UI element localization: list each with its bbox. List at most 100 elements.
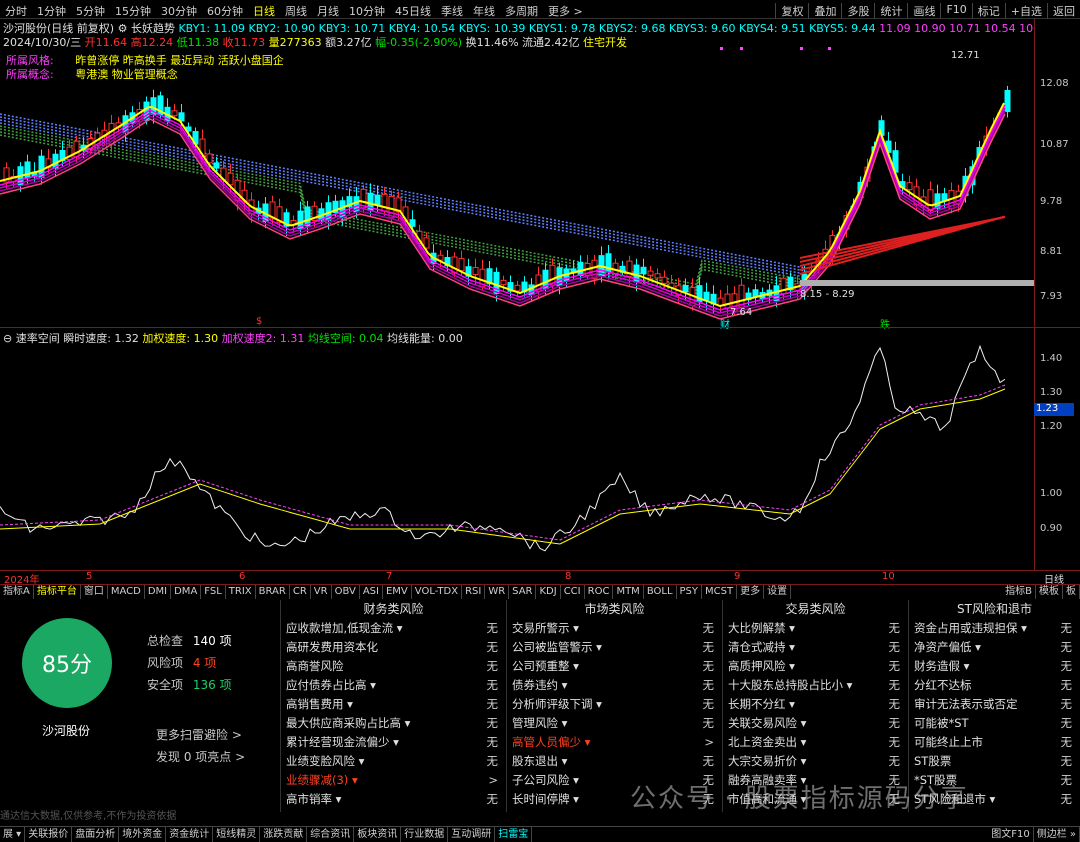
speed-chart[interactable] <box>0 344 1034 570</box>
indicator-tab[interactable]: MACD <box>108 585 145 599</box>
risk-row[interactable]: 高市销率 ▾ 无 <box>281 790 506 809</box>
period-tab[interactable]: 季线 <box>436 3 468 19</box>
bottom-tab[interactable]: 互动调研 <box>448 827 496 842</box>
bottom-tab[interactable]: 关联报价 <box>25 827 73 842</box>
bottom-tab[interactable]: 境外资金 <box>119 827 167 842</box>
risk-row[interactable]: 大宗交易折价 ▾ 无 <box>723 752 908 771</box>
period-tab[interactable]: 5分钟 <box>71 3 110 19</box>
risk-row[interactable]: 净资产偏低 ▾ 无 <box>909 638 1080 657</box>
risk-row[interactable]: 分析师评级下调 ▾ 无 <box>507 695 722 714</box>
period-tab[interactable]: 周线 <box>280 3 312 19</box>
bottom-tab[interactable]: 盘面分析 <box>72 827 120 842</box>
kline-chart[interactable] <box>0 19 1034 327</box>
bottom-tab[interactable]: 扫雷宝 <box>495 827 533 842</box>
indicator-tab[interactable]: MTM <box>613 585 644 599</box>
risk-row[interactable]: 资金占用或违规担保 ▾ 无 <box>909 619 1080 638</box>
indicator-tab[interactable]: BRAR <box>256 585 290 599</box>
bottom-tab[interactable]: 展 ▾ <box>0 827 26 842</box>
toolbar-button[interactable]: 叠加 <box>808 3 841 19</box>
bottom-tab[interactable]: 综合资讯 <box>307 827 355 842</box>
toolbar-button[interactable]: 统计 <box>874 3 907 19</box>
indicator-tab[interactable]: SAR <box>509 585 537 599</box>
period-tab[interactable]: 日线 <box>248 3 280 19</box>
period-tab[interactable]: 月线 <box>312 3 344 19</box>
indicator-tab[interactable]: FSL <box>201 585 226 599</box>
risk-row[interactable]: 最大供应商采购占比高 ▾ 无 <box>281 714 506 733</box>
risk-row[interactable]: 应付债券占比高 ▾ 无 <box>281 676 506 695</box>
bottom-tab[interactable]: 资金统计 <box>166 827 214 842</box>
indicator-tab-right[interactable]: 板 <box>1063 585 1080 599</box>
bottom-tab[interactable]: 涨跌贡献 <box>260 827 308 842</box>
toolbar-button[interactable]: 复权 <box>775 3 808 19</box>
indicator-tab[interactable]: PSY <box>677 585 703 599</box>
risk-row[interactable]: 债券违约 ▾ 无 <box>507 676 722 695</box>
toolbar-button[interactable]: 标记 <box>971 3 1005 19</box>
period-tab[interactable]: 30分钟 <box>156 3 202 19</box>
indicator-tab[interactable]: RSI <box>462 585 486 599</box>
indicator-tab[interactable]: DMA <box>171 585 202 599</box>
period-tab[interactable]: 分时 <box>0 3 32 19</box>
indicator-tab[interactable]: DMI <box>145 585 172 599</box>
period-tab[interactable]: 60分钟 <box>202 3 248 19</box>
toolbar-button[interactable]: F10 <box>940 3 971 19</box>
finance-marker[interactable]: 财 <box>720 316 730 331</box>
bottom-tab[interactable]: 板块资讯 <box>354 827 402 842</box>
risk-row[interactable]: 高销售费用 ▾ 无 <box>281 695 506 714</box>
risk-row[interactable]: 业绩骤减(3) ▾ > <box>281 771 506 790</box>
risk-row[interactable]: 可能被*ST 无 <box>909 714 1080 733</box>
risk-row[interactable]: 大比例解禁 ▾ 无 <box>723 619 908 638</box>
indicator-tab[interactable]: 设置 <box>764 585 792 599</box>
indicator-tab[interactable]: TRIX <box>226 585 256 599</box>
indicator-tab[interactable]: EMV <box>383 585 412 599</box>
risk-row[interactable]: 股东退出 ▾ 无 <box>507 752 722 771</box>
risk-row[interactable]: 十大股东总持股占比小 ▾ 无 <box>723 676 908 695</box>
highlights-link[interactable]: 发现 0 项亮点 > <box>156 748 245 765</box>
indicator-tab[interactable]: CCI <box>561 585 585 599</box>
risk-row[interactable]: 高管人员偏少 ▾ > <box>507 733 722 752</box>
period-tab[interactable]: 年线 <box>468 3 500 19</box>
indicator-tab[interactable]: ASI <box>360 585 383 599</box>
indicator-tab[interactable]: OBV <box>332 585 360 599</box>
period-tab[interactable]: 15分钟 <box>110 3 156 19</box>
toolbar-button[interactable]: +自选 <box>1004 3 1047 19</box>
indicator-tab-right[interactable]: 指标B <box>1002 585 1036 599</box>
toolbar-button[interactable]: 多股 <box>841 3 874 19</box>
risk-row[interactable]: 北上资金卖出 ▾ 无 <box>723 733 908 752</box>
risk-row[interactable]: 公司预重整 ▾ 无 <box>507 657 722 676</box>
indicator-tab[interactable]: BOLL <box>644 585 677 599</box>
risk-row[interactable]: 高质押风险 ▾ 无 <box>723 657 908 676</box>
more-scan-link[interactable]: 更多扫雷避险 > <box>156 726 242 743</box>
risk-row[interactable]: 高商誉风险 无 <box>281 657 506 676</box>
risk-row[interactable]: 分红不达标 无 <box>909 676 1080 695</box>
indicator-tab[interactable]: MCST <box>702 585 738 599</box>
period-tab[interactable]: 更多 > <box>543 3 588 19</box>
risk-row[interactable]: 累计经营现金流偏少 ▾ 无 <box>281 733 506 752</box>
period-tab[interactable]: 45日线 <box>390 3 436 19</box>
toolbar-button[interactable]: 画线 <box>907 3 940 19</box>
risk-row[interactable]: 关联交易风险 ▾ 无 <box>723 714 908 733</box>
bottom-tab[interactable]: 短线精灵 <box>213 827 261 842</box>
risk-row[interactable]: 管理风险 ▾ 无 <box>507 714 722 733</box>
risk-row[interactable]: 高研发费用资本化 无 <box>281 638 506 657</box>
period-tab[interactable]: 多周期 <box>500 3 543 19</box>
bottom-right-button[interactable]: 图文F10 <box>988 827 1034 842</box>
toolbar-button[interactable]: 返回 <box>1047 3 1080 19</box>
risk-row[interactable]: ST股票 无 <box>909 752 1080 771</box>
risk-row[interactable]: 可能终止上市 无 <box>909 733 1080 752</box>
period-tab[interactable]: 1分钟 <box>32 3 71 19</box>
risk-row[interactable]: 清仓式减持 ▾ 无 <box>723 638 908 657</box>
risk-row[interactable]: 业绩变脸风险 ▾ 无 <box>281 752 506 771</box>
indicator-tab-right[interactable]: 模板 <box>1036 585 1063 599</box>
risk-row[interactable]: 审计无法表示或否定 无 <box>909 695 1080 714</box>
risk-row[interactable]: 交易所警示 ▾ 无 <box>507 619 722 638</box>
period-tab[interactable]: 10分钟 <box>344 3 390 19</box>
indicator-tab[interactable]: KDJ <box>536 585 561 599</box>
indicator-tab[interactable]: CR <box>290 585 311 599</box>
bottom-tab[interactable]: 行业数据 <box>401 827 449 842</box>
indicator-tab[interactable]: VR <box>311 585 332 599</box>
drop-marker[interactable]: 跌 <box>880 316 890 331</box>
indicator-tab[interactable]: WR <box>485 585 510 599</box>
risk-row[interactable]: 长期不分红 ▾ 无 <box>723 695 908 714</box>
indicator-tab[interactable]: 指标A <box>0 585 34 599</box>
risk-row[interactable]: 应收款增加,低现金流 ▾ 无 <box>281 619 506 638</box>
